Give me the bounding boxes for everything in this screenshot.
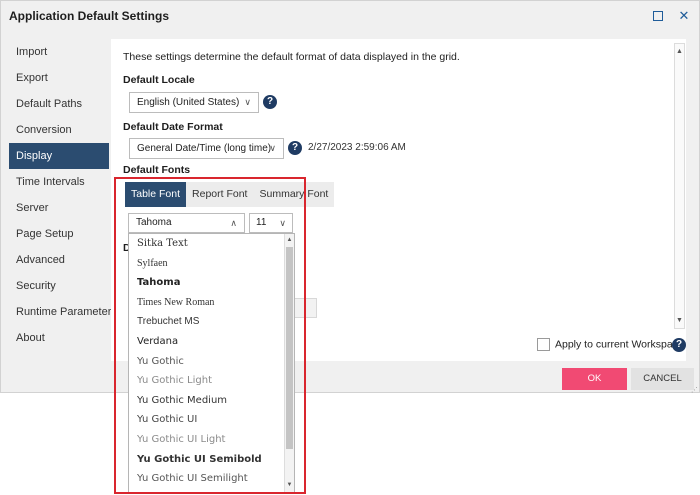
settings-sidebar: Import Export Default Paths Conversion Displ… [9, 39, 117, 351]
locale-select[interactable]: English (United States) ∨ [129, 92, 259, 113]
sidebar-item-page-setup[interactable]: Page Setup [9, 221, 109, 247]
default-date-format-label: Default Date Format [123, 121, 223, 133]
close-button[interactable]: ✕ [674, 6, 694, 26]
scroll-down-arrow-icon[interactable]: ▼ [675, 315, 684, 326]
chevron-down-icon: ∨ [244, 97, 251, 107]
default-locale-label: Default Locale [123, 74, 195, 86]
display-description: These settings determine the default for… [123, 51, 460, 63]
chevron-down-icon: ∨ [269, 143, 276, 153]
locale-select-value: English (United States) [137, 97, 240, 108]
date-format-select[interactable]: General Date/Time (long time) ∨ [129, 138, 284, 159]
sidebar-item-time-intervals[interactable]: Time Intervals [9, 169, 109, 195]
title-bar: Application Default Settings ✕ [1, 1, 699, 31]
scroll-up-arrow-icon[interactable]: ▲ [675, 46, 684, 57]
workspace-help-icon[interactable]: ? [672, 338, 686, 352]
sidebar-item-runtime-parameters[interactable]: Runtime Parameters [9, 299, 117, 325]
maximize-icon [653, 11, 663, 21]
apply-workspace-option[interactable]: Apply to current Workspace [537, 338, 684, 351]
apply-workspace-checkbox[interactable] [537, 338, 550, 351]
apply-workspace-label: Apply to current Workspace [555, 338, 684, 351]
sidebar-item-display[interactable]: Display [9, 143, 109, 169]
dialog-title: Application Default Settings [9, 9, 170, 23]
highlight-annotation-box [114, 177, 306, 494]
date-format-select-value: General Date/Time (long time) [137, 143, 272, 154]
close-icon: ✕ [678, 8, 690, 23]
settings-dialog: Application Default Settings ✕ Import Exp… [0, 0, 700, 394]
sidebar-item-server[interactable]: Server [9, 195, 109, 221]
date-format-preview: 2/27/2023 2:59:06 AM [308, 142, 406, 153]
sidebar-item-conversion[interactable]: Conversion [9, 117, 109, 143]
locale-help-icon[interactable]: ? [263, 95, 277, 109]
ok-button[interactable]: OK [562, 368, 627, 390]
sidebar-item-about[interactable]: About [9, 325, 109, 351]
panel-scrollbar[interactable]: ▲ ▼ [674, 43, 685, 329]
date-format-help-icon[interactable]: ? [288, 141, 302, 155]
sidebar-item-export[interactable]: Export [9, 65, 109, 91]
sidebar-item-default-paths[interactable]: Default Paths [9, 91, 109, 117]
maximize-button[interactable] [648, 6, 668, 26]
sidebar-item-import[interactable]: Import [9, 39, 109, 65]
default-fonts-label: Default Fonts [123, 164, 191, 176]
sidebar-item-security[interactable]: Security [9, 273, 109, 299]
sidebar-item-advanced[interactable]: Advanced [9, 247, 109, 273]
cancel-button[interactable]: CANCEL [631, 368, 694, 390]
resize-grip-icon[interactable]: ⋰ [691, 386, 698, 394]
